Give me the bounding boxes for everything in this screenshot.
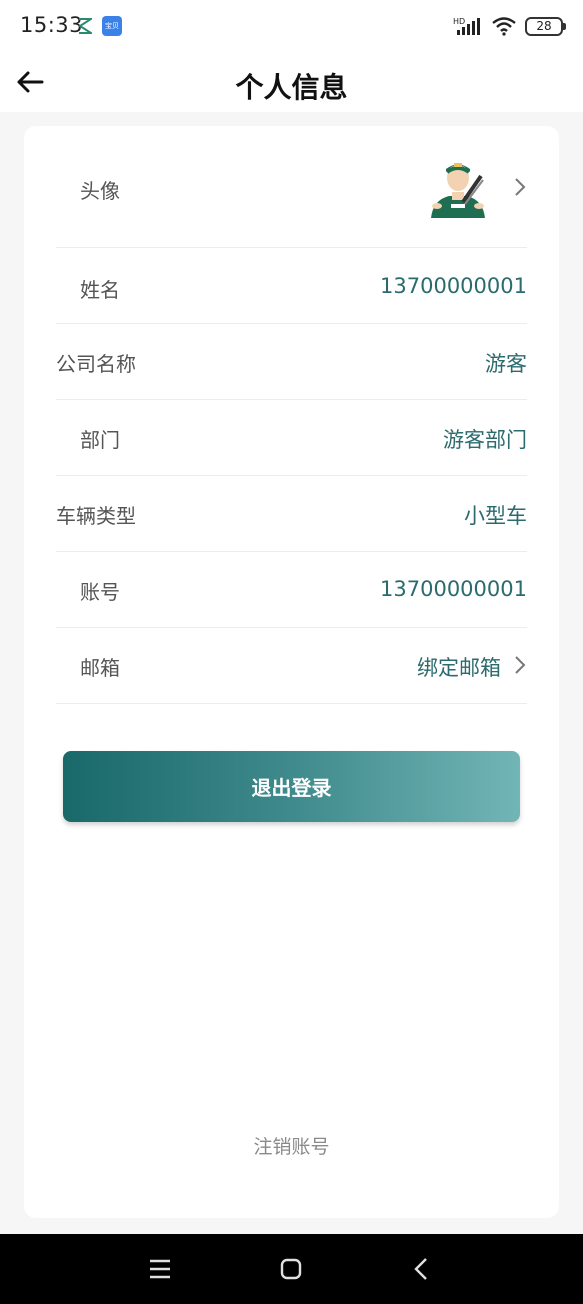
vehicle-type-value: 小型车 (464, 504, 527, 528)
home-button[interactable] (276, 1254, 306, 1284)
department-row[interactable]: 部门 游客部门 (56, 400, 527, 476)
header: 个人信息 (0, 52, 583, 112)
page-title: 个人信息 (235, 71, 348, 104)
wifi-icon (492, 17, 516, 36)
status-bar: 15:33 宝贝 HD 28 (0, 0, 583, 52)
chevron-right-icon (515, 656, 526, 674)
network-type-label: HD (453, 17, 465, 26)
battery-icon: 28 (525, 16, 566, 36)
chevron-right-icon (515, 178, 526, 196)
account-label: 账号 (80, 580, 120, 604)
menu-button[interactable] (145, 1254, 175, 1284)
company-value: 游客 (485, 352, 527, 376)
company-label: 公司名称 (56, 352, 136, 376)
signal-icon: HD (453, 17, 480, 35)
email-row[interactable]: 邮箱 绑定邮箱 (56, 628, 527, 704)
name-label: 姓名 (80, 278, 120, 302)
account-value: 13700000001 (380, 577, 527, 601)
avatar-label: 头像 (80, 179, 120, 203)
account-row[interactable]: 账号 13700000001 (56, 552, 527, 628)
system-nav-bar (0, 1234, 583, 1304)
vehicle-type-label: 车辆类型 (56, 504, 136, 528)
app-notification-icon (78, 18, 92, 34)
chevron-left-icon (414, 1258, 427, 1280)
email-label: 邮箱 (80, 656, 120, 680)
avatar (431, 163, 485, 218)
company-row[interactable]: 公司名称 游客 (56, 324, 527, 400)
logout-button[interactable]: 退出登录 (63, 751, 520, 822)
cancel-account-link[interactable]: 注销账号 (24, 1132, 559, 1159)
status-time: 15:33 (20, 13, 84, 37)
app-badge-icon: 宝贝 (102, 16, 122, 36)
menu-icon (150, 1259, 170, 1279)
name-row[interactable]: 姓名 13700000001 (56, 248, 527, 324)
home-icon (280, 1258, 302, 1280)
status-indicators: HD 28 (453, 14, 566, 38)
back-nav-button[interactable] (406, 1254, 436, 1284)
department-label: 部门 (80, 428, 120, 452)
avatar-row[interactable]: 头像 (56, 126, 527, 248)
name-value: 13700000001 (380, 274, 527, 298)
profile-card: 头像 姓名 13700000001 公司名称 游客 部门 游客部门 车辆类型 小… (24, 126, 559, 1218)
department-value: 游客部门 (443, 428, 527, 452)
bind-email-link[interactable]: 绑定邮箱 (417, 652, 501, 682)
vehicle-type-row[interactable]: 车辆类型 小型车 (56, 476, 527, 552)
